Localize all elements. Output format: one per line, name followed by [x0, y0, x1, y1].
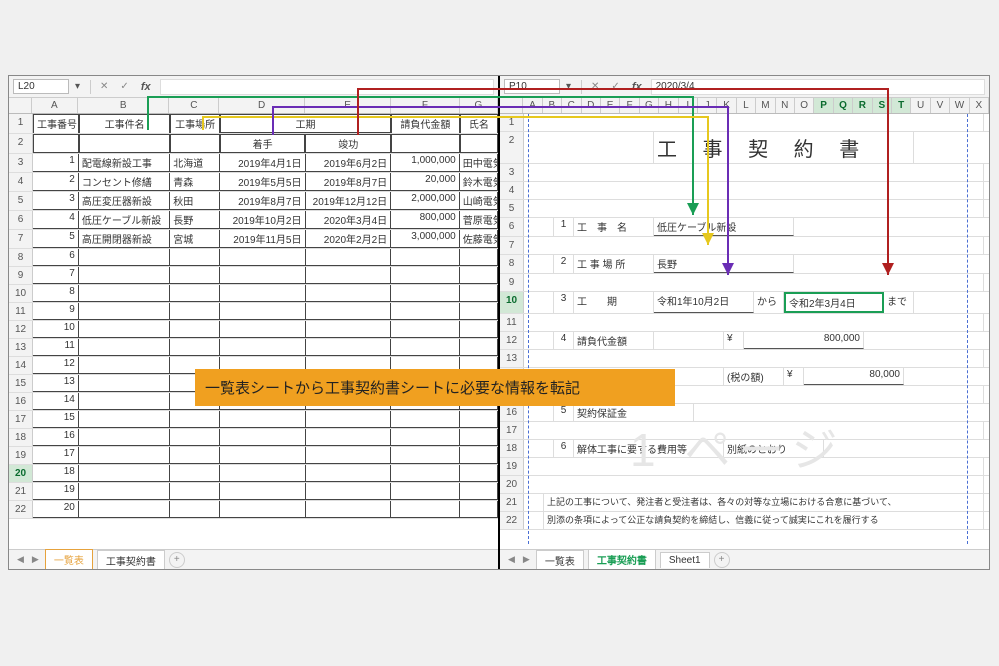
confirm-icon[interactable]: ✓	[117, 81, 131, 92]
col-header[interactable]: Q	[834, 98, 853, 113]
namebox-dropdown-icon[interactable]: ▾	[566, 81, 571, 92]
sheet-tabs-left: ◀ ▶ 一覧表 工事契約書 +	[9, 549, 498, 569]
select-all-corner[interactable]	[500, 98, 523, 113]
cancel-icon[interactable]: ✕	[588, 81, 602, 92]
formula-input-right[interactable]: 2020/3/4	[651, 79, 985, 95]
val-from: 令和1年10月2日	[654, 292, 754, 313]
name-box-right[interactable]: P10	[504, 79, 560, 94]
tab-contract[interactable]: 工事契約書	[97, 550, 165, 570]
tab-list[interactable]: 一覧表	[536, 550, 584, 570]
val-place: 長野	[654, 255, 794, 273]
col-headers-left[interactable]: A B C D E F G	[9, 98, 498, 114]
table-row[interactable]: 6 4 低圧ケーブル新設 長野 2019年10月2日 2020年3月4日 800…	[9, 211, 498, 230]
col-header[interactable]: K	[717, 98, 736, 113]
col-header[interactable]: V	[931, 98, 950, 113]
col-header[interactable]: L	[737, 98, 756, 113]
col-header[interactable]: N	[776, 98, 795, 113]
tab-nav-next-icon[interactable]: ▶	[521, 554, 532, 565]
col-header[interactable]: T	[892, 98, 911, 113]
name-box-left[interactable]: L20	[13, 79, 69, 94]
confirm-icon[interactable]: ✓	[608, 81, 622, 92]
col-header[interactable]: G	[460, 98, 498, 113]
select-all-corner[interactable]	[9, 98, 32, 113]
formula-input-left[interactable]	[160, 79, 494, 95]
tab-sheet1[interactable]: Sheet1	[660, 552, 710, 568]
col-header[interactable]: U	[911, 98, 930, 113]
tab-nav-prev-icon[interactable]: ◀	[15, 554, 26, 565]
col-header[interactable]: A	[32, 98, 78, 113]
col-header[interactable]: H	[659, 98, 678, 113]
col-header[interactable]: F	[391, 98, 460, 113]
formula-bar-left: L20 ▾ ✕ ✓ fx	[9, 76, 498, 98]
col-header[interactable]: M	[756, 98, 775, 113]
col-header[interactable]: S	[873, 98, 892, 113]
col-header[interactable]: X	[970, 98, 989, 113]
table-row[interactable]: 3 1 配電線新設工事 北海道 2019年4月1日 2019年6月2日 1,00…	[9, 154, 498, 173]
grid-left[interactable]: 1 工事番号 工事件名 工事場所 工期 請負代金額 氏名2 着手竣功 3 1 配…	[9, 114, 498, 549]
cancel-icon[interactable]: ✕	[97, 81, 111, 92]
fx-icon[interactable]: fx	[138, 81, 154, 93]
grid-right[interactable]: 1 ページ 12工 事 契 約 書34561工 事 名低圧ケーブル新設782工 …	[500, 114, 989, 549]
table-row[interactable]: 5 3 高圧変圧器新設 秋田 2019年8月7日 2019年12月12日 2,0…	[9, 192, 498, 211]
col-header[interactable]: D	[582, 98, 601, 113]
col-header[interactable]: E	[305, 98, 391, 113]
table-row[interactable]: 4 2 コンセント修繕 青森 2019年5月5日 2019年8月7日 20,00…	[9, 173, 498, 192]
table-row[interactable]: 7 5 高圧開閉器新設 宮城 2019年11月5日 2020年2月2日 3,00…	[9, 230, 498, 249]
col-header[interactable]: I	[679, 98, 698, 113]
annotation-callout: 一覧表シートから工事契約書シートに必要な情報を転記	[195, 369, 675, 406]
val-to: 令和2年3月4日	[784, 292, 884, 313]
formula-bar-right: P10 ▾ ✕ ✓ fx 2020/3/4	[500, 76, 989, 98]
col-header[interactable]: P	[814, 98, 833, 113]
col-header[interactable]: W	[950, 98, 969, 113]
col-header[interactable]: B	[78, 98, 170, 113]
col-headers-right[interactable]: ABCDEFGHIJKLMNOPQRSTUVWX	[500, 98, 989, 114]
col-header[interactable]: E	[601, 98, 620, 113]
tab-list[interactable]: 一覧表	[45, 549, 93, 569]
pane-right: P10 ▾ ✕ ✓ fx 2020/3/4 ABCDEFGHIJKLMNOPQR…	[500, 76, 989, 569]
col-header[interactable]: B	[543, 98, 562, 113]
val-amount: 800,000	[744, 332, 864, 349]
tab-nav-next-icon[interactable]: ▶	[30, 554, 41, 565]
add-sheet-icon[interactable]: +	[714, 552, 730, 568]
val-name: 低圧ケーブル新設	[654, 218, 794, 236]
fx-icon[interactable]: fx	[629, 81, 645, 93]
namebox-dropdown-icon[interactable]: ▾	[75, 81, 80, 92]
col-header[interactable]: C	[562, 98, 581, 113]
col-header[interactable]: J	[698, 98, 717, 113]
pane-left: L20 ▾ ✕ ✓ fx A B C D E F G 1 工事番号 工事件名 工…	[9, 76, 500, 569]
tab-contract[interactable]: 工事契約書	[588, 549, 656, 570]
tab-nav-prev-icon[interactable]: ◀	[506, 554, 517, 565]
col-header[interactable]: C	[169, 98, 219, 113]
col-header[interactable]: R	[853, 98, 872, 113]
sheet-tabs-right: ◀ ▶ 一覧表 工事契約書 Sheet1 +	[500, 549, 989, 569]
add-sheet-icon[interactable]: +	[169, 552, 185, 568]
split-frame: L20 ▾ ✕ ✓ fx A B C D E F G 1 工事番号 工事件名 工…	[8, 75, 990, 570]
col-header[interactable]: G	[640, 98, 659, 113]
col-header[interactable]: A	[523, 98, 542, 113]
col-header[interactable]: D	[219, 98, 305, 113]
page-title: 工 事 契 約 書	[654, 132, 914, 163]
col-header[interactable]: F	[620, 98, 639, 113]
col-header[interactable]: O	[795, 98, 814, 113]
